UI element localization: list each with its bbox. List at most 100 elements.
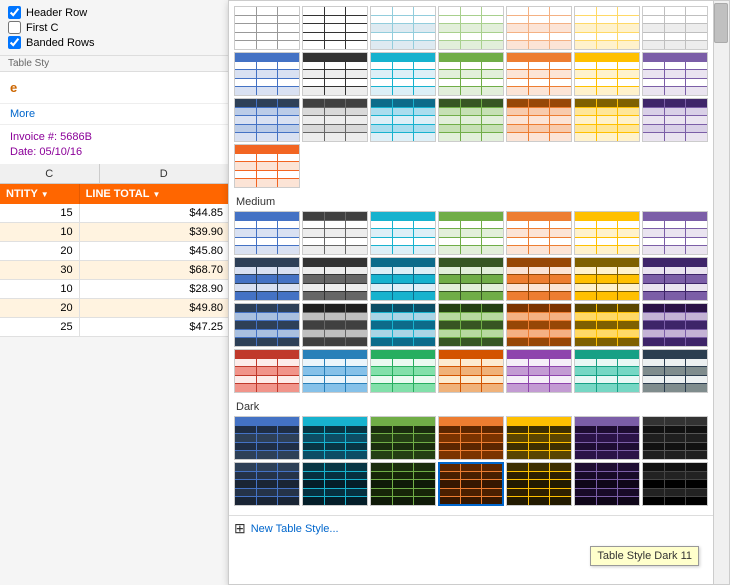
table-style-thumb[interactable] — [234, 462, 300, 506]
table-style-thumb[interactable] — [574, 303, 640, 347]
table-style-thumb[interactable] — [506, 98, 572, 142]
invoice-title: e — [0, 72, 229, 104]
scrollbar-thumb[interactable] — [714, 3, 728, 43]
table-style-thumb[interactable] — [234, 257, 300, 301]
learn-more-link[interactable]: More — [0, 104, 229, 125]
total-dropdown-arrow[interactable]: ▼ — [152, 190, 160, 199]
table-style-thumb[interactable] — [302, 52, 368, 96]
table-style-thumb[interactable] — [506, 257, 572, 301]
table-style-thumb[interactable] — [370, 462, 436, 506]
table-style-thumb[interactable] — [574, 211, 640, 255]
total-header: LINE TOTAL ▼ — [80, 184, 229, 204]
table-style-thumb[interactable] — [234, 98, 300, 142]
banded-rows-label: Banded Rows — [26, 37, 95, 49]
table-style-thumb[interactable] — [506, 462, 572, 506]
table-style-thumb[interactable] — [370, 349, 436, 393]
new-style-icon: ⊞ — [234, 520, 246, 537]
table-style-thumb[interactable] — [438, 416, 504, 460]
table-style-options: Header Row First C Banded Rows — [0, 0, 229, 56]
table-style-thumb[interactable] — [642, 52, 708, 96]
table-row: 25 $47.25 — [0, 318, 229, 337]
table-style-thumb[interactable] — [234, 52, 300, 96]
table-style-thumb[interactable] — [438, 52, 504, 96]
table-style-thumb[interactable] — [302, 98, 368, 142]
table-style-thumb[interactable] — [234, 6, 300, 50]
table-style-thumb[interactable] — [234, 416, 300, 460]
table-style-thumb[interactable] — [506, 349, 572, 393]
table-style-thumb[interactable] — [506, 52, 572, 96]
table-style-thumb[interactable] — [302, 349, 368, 393]
new-table-style-link[interactable]: ⊞ New Table Style... — [229, 515, 729, 541]
scrollbar-track[interactable] — [713, 1, 729, 584]
table-style-thumb[interactable] — [642, 416, 708, 460]
table-style-thumb[interactable] — [574, 462, 640, 506]
table-style-thumb[interactable] — [642, 462, 708, 506]
table-style-thumb[interactable] — [234, 144, 300, 188]
table-row: 20 $49.80 — [0, 299, 229, 318]
header-row-checkbox[interactable] — [8, 6, 21, 19]
table-style-thumb[interactable] — [370, 6, 436, 50]
table-style-thumb[interactable] — [438, 303, 504, 347]
table-style-thumb[interactable] — [574, 416, 640, 460]
table-style-dropdown: Medium Dark Table Style Dark 11 ⊞ New Ta… — [228, 0, 730, 585]
table-style-thumb[interactable] — [574, 98, 640, 142]
table-style-thumb[interactable] — [302, 462, 368, 506]
dark-style-grid — [234, 416, 710, 506]
qty-header: NTITY ▼ — [0, 184, 80, 204]
table-style-thumb[interactable] — [642, 98, 708, 142]
table-style-thumb[interactable] — [642, 303, 708, 347]
table-style-thumb[interactable] — [438, 211, 504, 255]
table-style-thumb[interactable] — [302, 6, 368, 50]
table-style-thumb[interactable] — [574, 6, 640, 50]
header-row-label: Header Row — [26, 7, 87, 19]
table-style-thumb[interactable] — [234, 211, 300, 255]
panel-scroll-area: Medium Dark — [229, 1, 715, 515]
qty-dropdown-arrow[interactable]: ▼ — [41, 190, 49, 199]
header-row-option[interactable]: Header Row — [8, 6, 221, 19]
table-style-thumb[interactable] — [574, 257, 640, 301]
table-style-thumb[interactable] — [506, 6, 572, 50]
table-style-thumb[interactable] — [574, 349, 640, 393]
table-row: 20 $45.80 — [0, 242, 229, 261]
table-style-thumb[interactable] — [438, 462, 504, 506]
table-style-thumb[interactable] — [438, 257, 504, 301]
table-style-thumb[interactable] — [302, 211, 368, 255]
banded-rows-option[interactable]: Banded Rows — [8, 36, 221, 49]
table-style-thumb[interactable] — [234, 303, 300, 347]
table-style-thumb[interactable] — [302, 257, 368, 301]
col-header-c: C — [0, 164, 100, 183]
table-style-thumb[interactable] — [642, 211, 708, 255]
table-style-thumb[interactable] — [370, 303, 436, 347]
table-style-thumb[interactable] — [234, 349, 300, 393]
total-row-option[interactable]: First C — [8, 21, 221, 34]
table-style-thumb[interactable] — [506, 416, 572, 460]
left-panel: Header Row First C Banded Rows Table Sty… — [0, 0, 230, 585]
table-style-thumb[interactable] — [370, 416, 436, 460]
table-style-thumb[interactable] — [302, 416, 368, 460]
table-style-thumb[interactable] — [642, 257, 708, 301]
table-style-thumb[interactable] — [302, 303, 368, 347]
table-style-label: Table Sty — [0, 56, 229, 72]
table-style-thumb[interactable] — [506, 211, 572, 255]
col-header-d: D — [100, 164, 229, 183]
banded-rows-checkbox[interactable] — [8, 36, 21, 49]
table-style-thumb[interactable] — [506, 303, 572, 347]
total-row-label: First C — [26, 22, 58, 34]
table-style-thumb[interactable] — [370, 52, 436, 96]
table-row: 30 $68.70 — [0, 261, 229, 280]
total-row-checkbox[interactable] — [8, 21, 21, 34]
invoice-info: Invoice #: 5686B Date: 05/10/16 — [0, 125, 229, 164]
table-style-thumb[interactable] — [438, 98, 504, 142]
table-style-thumb[interactable] — [642, 349, 708, 393]
table-style-thumb[interactable] — [370, 211, 436, 255]
table-style-thumb[interactable] — [370, 98, 436, 142]
table-style-thumb[interactable] — [574, 52, 640, 96]
table-style-thumb[interactable] — [370, 257, 436, 301]
table-style-thumb[interactable] — [438, 349, 504, 393]
invoice-date: Date: 05/10/16 — [10, 146, 219, 158]
style-tooltip: Table Style Dark 11 — [590, 546, 699, 566]
medium-section-label: Medium — [234, 192, 710, 211]
table-style-thumb[interactable] — [642, 6, 708, 50]
table-style-thumb[interactable] — [438, 6, 504, 50]
table-row: 10 $28.90 — [0, 280, 229, 299]
